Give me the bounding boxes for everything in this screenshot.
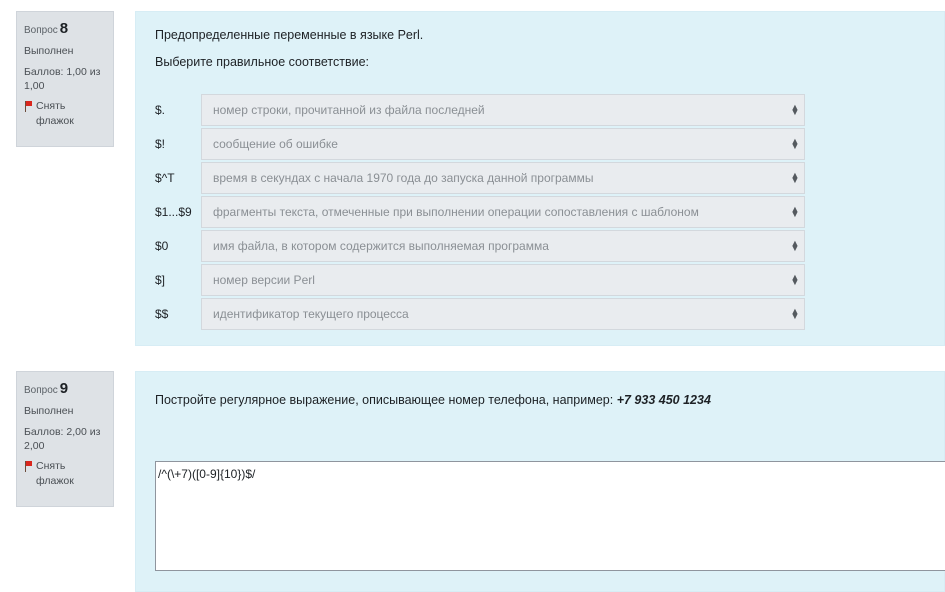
chevron-up-down-icon: ▲ ▼ — [790, 136, 800, 151]
question-text-main: Постройте регулярное выражение, описываю… — [155, 393, 614, 407]
match-select[interactable]: сообщение об ошибке ▲ ▼ — [201, 128, 805, 160]
chevron-up-down-icon: ▲ ▼ — [790, 238, 800, 253]
match-select[interactable]: номер строки, прочитанной из файла после… — [201, 94, 805, 126]
question-grade: Баллов: 1,00 из 1,00 — [24, 65, 101, 93]
match-selected-option: номер версии Perl — [213, 273, 315, 287]
question-grade: Баллов: 2,00 из 2,00 — [24, 425, 101, 453]
remove-flag-label: Снять флажок — [36, 460, 74, 487]
match-stem: $1...$9 — [155, 205, 192, 219]
question-info-8: Вопрос 8 Выполнен Баллов: 1,00 из 1,00 С… — [16, 11, 114, 147]
match-selected-option: время в секундах с начала 1970 года до з… — [213, 171, 594, 185]
question-number: Вопрос 9 — [24, 378, 106, 399]
question-number-value: 8 — [59, 20, 69, 37]
match-row: $^T время в секундах с начала 1970 года … — [155, 162, 805, 194]
match-selected-option: идентификатор текущего процесса — [213, 307, 409, 321]
question-label: Вопрос — [24, 385, 58, 396]
match-row: $. номер строки, прочитанной из файла по… — [155, 94, 805, 126]
match-selected-option: номер строки, прочитанной из файла после… — [213, 103, 485, 117]
match-stem: $! — [155, 137, 166, 151]
remove-flag-link[interactable]: Снять флажок — [24, 459, 106, 488]
flag-icon — [24, 101, 33, 113]
match-stem: $. — [155, 103, 166, 117]
question-text: Предопределенные переменные в языке Perl… — [155, 28, 424, 42]
chevron-up-down-icon: ▲ ▼ — [790, 170, 800, 185]
match-select[interactable]: идентификатор текущего процесса ▲ ▼ — [201, 298, 805, 330]
remove-flag-label: Снять флажок — [36, 100, 74, 127]
question-info-9: Вопрос 9 Выполнен Баллов: 2,00 из 2,00 С… — [16, 371, 114, 507]
question-number: Вопрос 8 — [24, 18, 106, 39]
match-select[interactable]: фрагменты текста, отмеченные при выполне… — [201, 196, 805, 228]
match-row: $$ идентификатор текущего процесса ▲ ▼ — [155, 298, 805, 330]
match-stem: $^T — [155, 171, 175, 185]
match-selected-option: имя файла, в котором содержится выполняе… — [213, 239, 549, 253]
remove-flag-link[interactable]: Снять флажок — [24, 99, 106, 128]
match-selected-option: фрагменты текста, отмеченные при выполне… — [213, 205, 699, 219]
question-label: Вопрос — [24, 25, 58, 36]
match-row: $] номер версии Perl ▲ ▼ — [155, 264, 805, 296]
question-text: Постройте регулярное выражение, описываю… — [155, 393, 711, 407]
match-select[interactable]: время в секундах с начала 1970 года до з… — [201, 162, 805, 194]
question-state: Выполнен — [24, 45, 74, 57]
question-prompt: Выберите правильное соответствие: — [155, 55, 370, 69]
match-row: $1...$9 фрагменты текста, отмеченные при… — [155, 196, 805, 228]
match-stem: $0 — [155, 239, 169, 253]
match-select[interactable]: номер версии Perl ▲ ▼ — [201, 264, 805, 296]
match-row: $! сообщение об ошибке ▲ ▼ — [155, 128, 805, 160]
question-content-8: Предопределенные переменные в языке Perl… — [135, 11, 945, 346]
phone-example: +7 933 450 1234 — [616, 393, 711, 407]
question-content-9: Постройте регулярное выражение, описываю… — [135, 371, 945, 592]
chevron-up-down-icon: ▲ ▼ — [790, 306, 800, 321]
match-stem: $] — [155, 273, 166, 287]
match-stem: $$ — [155, 307, 169, 321]
match-row: $0 имя файла, в котором содержится выпол… — [155, 230, 805, 262]
question-number-value: 9 — [59, 380, 69, 397]
chevron-up-down-icon: ▲ ▼ — [790, 272, 800, 287]
flag-icon — [24, 461, 33, 473]
chevron-up-down-icon: ▲ ▼ — [790, 102, 800, 117]
match-select[interactable]: имя файла, в котором содержится выполняе… — [201, 230, 805, 262]
question-state: Выполнен — [24, 405, 74, 417]
answer-textarea[interactable]: /^(\+7)([0-9]{10})$/ — [155, 461, 945, 571]
match-selected-option: сообщение об ошибке — [213, 137, 338, 151]
chevron-up-down-icon: ▲ ▼ — [790, 204, 800, 219]
